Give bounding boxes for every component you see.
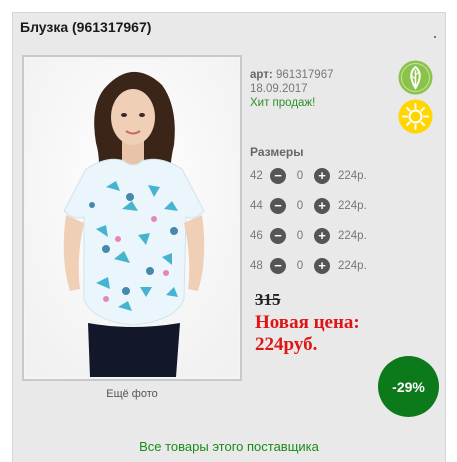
leaf-icon [398, 60, 433, 95]
quantity-value: 0 [296, 200, 304, 212]
sun-icon [398, 99, 433, 134]
article-label: арт: [250, 69, 273, 81]
minus-icon[interactable]: − [270, 198, 286, 214]
size-price: 224р. [338, 200, 367, 212]
size-price: 224р. [338, 230, 367, 242]
plus-icon[interactable]: + [314, 168, 330, 184]
quantity-value: 0 [296, 170, 304, 182]
plus-icon[interactable]: + [314, 258, 330, 274]
new-price-value: 224руб. [255, 334, 318, 355]
old-price: 315 [255, 290, 281, 309]
size-row-44: 44 − 0 + 224р. [250, 196, 367, 216]
product-date: 18.09.2017 [250, 83, 308, 95]
size-label: 44 [250, 200, 263, 212]
size-row-46: 46 − 0 + 224р. [250, 226, 367, 246]
size-label: 48 [250, 260, 263, 272]
size-label: 46 [250, 230, 263, 242]
size-row-42: 42 − 0 + 224р. [250, 166, 367, 186]
article-value: 961317967 [275, 69, 334, 81]
product-photo[interactable] [26, 59, 238, 377]
supplier-products-link[interactable]: Все товары этого поставщика [12, 439, 446, 454]
product-photo-image [26, 59, 238, 377]
more-photos-link[interactable]: Ещё фото [22, 388, 242, 400]
minus-icon[interactable]: − [270, 168, 286, 184]
bestseller-badge: Хит продаж! [250, 97, 316, 109]
quantity-value: 0 [296, 230, 304, 242]
new-price-label: Новая цена: [255, 312, 360, 333]
plus-icon[interactable]: + [314, 198, 330, 214]
minus-icon[interactable]: − [270, 258, 286, 274]
size-row-48: 48 − 0 + 224р. [250, 256, 367, 276]
minus-icon[interactable]: − [270, 228, 286, 244]
discount-badge: -29% [378, 356, 439, 417]
sizes-heading: Размеры [250, 145, 304, 159]
quantity-value: 0 [296, 260, 304, 272]
article-line: арт: 961317967 [250, 68, 334, 82]
size-label: 42 [250, 170, 263, 182]
new-price: Новая цена: 224руб. [255, 312, 395, 356]
product-meta: арт: 961317967 18.09.2017 Хит продаж! [250, 68, 334, 110]
plus-icon[interactable]: + [314, 228, 330, 244]
size-price: 224р. [338, 260, 367, 272]
size-price: 224р. [338, 170, 367, 182]
product-title: Блузка (961317967) [20, 19, 152, 35]
product-photo-frame[interactable] [22, 55, 242, 381]
title-dot [434, 36, 436, 38]
